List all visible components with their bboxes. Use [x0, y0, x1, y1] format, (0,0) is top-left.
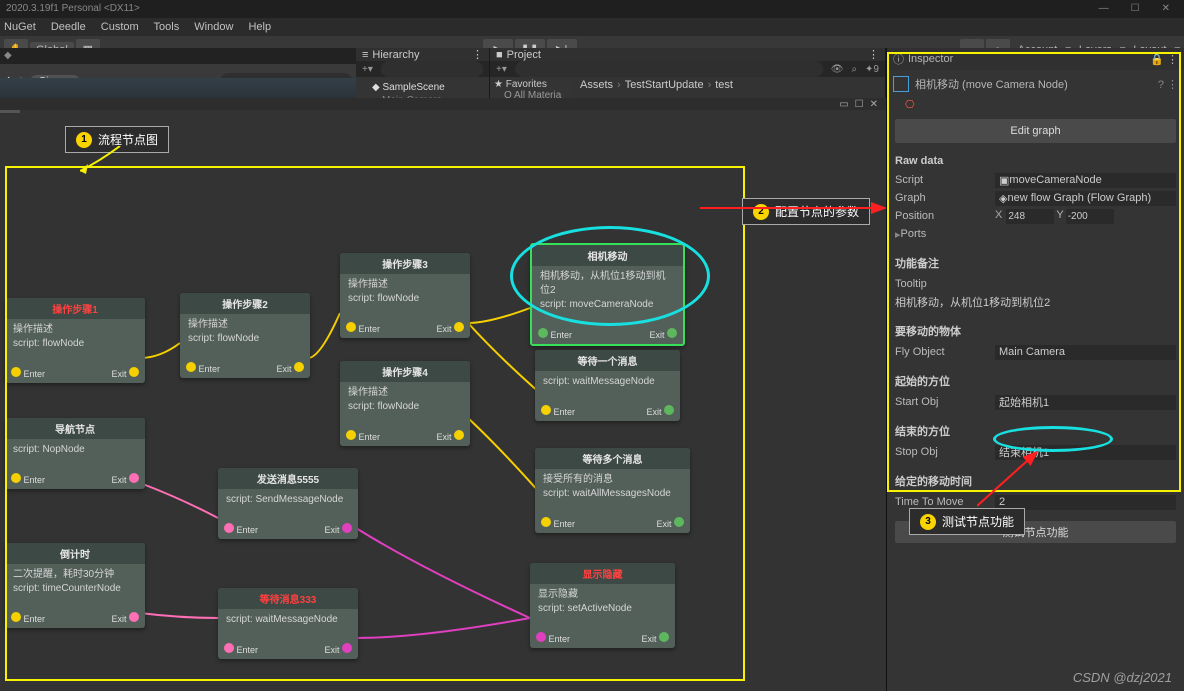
node-timer[interactable]: 倒计时 二次提醒，耗时30分钟script: timeCounterNode E… [5, 543, 145, 628]
project-search[interactable] [515, 61, 823, 77]
favorites-folder[interactable]: Favorites [506, 79, 547, 90]
titlebar-text: 2020.3.19f1 Personal <DX11> [6, 0, 140, 18]
node-wait-message[interactable]: 等待一个消息 script: waitMessageNode EnterExit [535, 350, 680, 421]
maximize-icon[interactable]: ☐ [1131, 0, 1140, 18]
callout-1: 1流程节点图 [65, 126, 169, 153]
script-icon: ⎔ [905, 99, 915, 111]
close-icon[interactable]: ✕ [1162, 0, 1170, 18]
maximize-panel-icon[interactable]: ☐ [855, 99, 864, 110]
edit-graph-button[interactable]: Edit graph [895, 119, 1176, 143]
close-panel-icon[interactable]: ✕ [870, 99, 878, 110]
menu-window[interactable]: Window [194, 21, 233, 33]
node-wait-all[interactable]: 等待多个消息 接受所有的消息script: waitAllMessagesNod… [535, 448, 690, 533]
node-set-active[interactable]: 显示隐藏 显示隐藏script: setActiveNode EnterExit [530, 563, 675, 648]
object-icon [893, 76, 909, 92]
node-step3[interactable]: 操作步骤3 操作描述script: flowNode EnterExit [340, 253, 470, 338]
object-name: 相机移动 (move Camera Node) [915, 76, 1068, 92]
node-send-message[interactable]: 发送消息5555 script: SendMessageNode EnterEx… [218, 468, 358, 539]
menu-nuget[interactable]: NuGet [4, 21, 36, 33]
window-titlebar: 2020.3.19f1 Personal <DX11> — ☐ ✕ [0, 0, 1184, 18]
hierarchy-tab[interactable]: ≡ Hierarchy ⋮ [356, 48, 489, 61]
help-icon[interactable]: ? ⋮ [1158, 78, 1178, 91]
folder-icon: ■ [496, 49, 503, 61]
info-icon: ⓘ [893, 51, 904, 67]
node-step2[interactable]: 操作步骤2 操作描述script: flowNode EnterExit [180, 293, 310, 378]
graph-canvas[interactable]: ode ▭☐✕ 操作步骤1 操作描述script: flowNode Enter… [0, 98, 886, 691]
node-step4[interactable]: 操作步骤4 操作描述script: flowNode EnterExit [340, 361, 470, 446]
graph-field[interactable]: ◈ new flow Graph (Flow Graph) [995, 191, 1176, 206]
project-tab[interactable]: ■ Project ⋮ [490, 48, 885, 61]
minimize-icon[interactable]: — [1099, 0, 1109, 18]
ports-foldout[interactable]: Ports [901, 228, 1001, 240]
menu-deedle[interactable]: Deedle [51, 21, 86, 33]
tooltip-text: 相机移动，从机位1移动到机位2 [895, 294, 1176, 310]
menu-bar: NuGet Deedle Custom Tools Window Help [0, 18, 1184, 36]
start-obj-field[interactable]: 起始相机1 [995, 395, 1176, 410]
hierarchy-icon: ≡ [362, 49, 368, 61]
menu-help[interactable]: Help [248, 21, 271, 33]
scene-root[interactable]: SampleScene [382, 82, 444, 93]
watermark: CSDN @dzj2021 [1073, 670, 1172, 685]
fly-object-field[interactable]: Main Camera [995, 345, 1176, 360]
add-icon[interactable]: +▾ [362, 64, 373, 75]
restore-icon[interactable]: ▭ [839, 99, 848, 110]
hierarchy-search[interactable] [381, 61, 483, 77]
script-field[interactable]: ▣ moveCameraNode [995, 173, 1176, 188]
visible-icon[interactable]: 👁 [831, 64, 844, 75]
inspector-tab[interactable]: ⓘ Inspector 🔒 ⋮ [887, 48, 1184, 70]
stop-obj-field[interactable]: 结束相机1 [995, 445, 1176, 460]
node-wait-message-2[interactable]: 等待消息333 script: waitMessageNode EnterExi… [218, 588, 358, 659]
menu-tools[interactable]: Tools [154, 21, 180, 33]
callout-2: 2配置节点的参数 [742, 198, 870, 225]
node-camera-move[interactable]: 相机移动 相机移动，从机位1移动到机位2script: moveCameraNo… [530, 243, 685, 346]
node-step1[interactable]: 操作步骤1 操作描述script: flowNode Enter Exit [5, 298, 145, 383]
position-field[interactable]: XY [995, 209, 1176, 224]
inspector-panel: ⓘ Inspector 🔒 ⋮ 相机移动 (move Camera Node) … [886, 48, 1184, 691]
callout-3: 3测试节点功能 [909, 508, 1025, 535]
node-nav[interactable]: 导航节点 script: NopNode EnterExit [5, 418, 145, 489]
add-icon[interactable]: +▾ [496, 64, 507, 75]
menu-custom[interactable]: Custom [101, 21, 139, 33]
